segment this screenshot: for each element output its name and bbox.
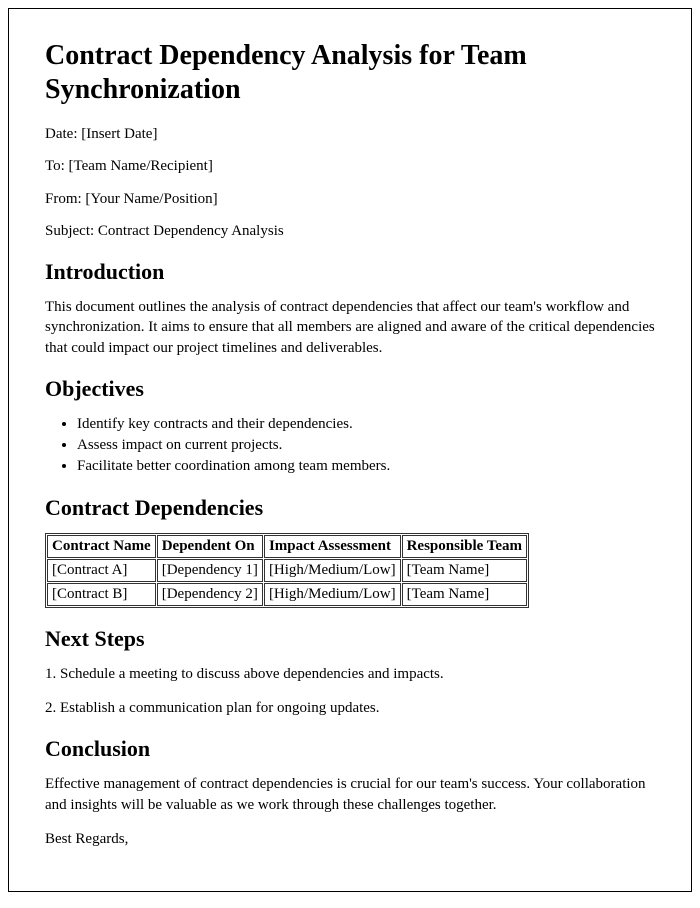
next-step-item: 2. Establish a communication plan for on… — [45, 698, 655, 718]
next-step-item: 1. Schedule a meeting to discuss above d… — [45, 664, 655, 684]
table-cell: [Contract A] — [47, 559, 156, 582]
table-header: Dependent On — [157, 535, 263, 558]
dependencies-table: Contract Name Dependent On Impact Assess… — [45, 533, 529, 608]
list-item: Identify key contracts and their depende… — [77, 414, 655, 435]
meta-block: Date: [Insert Date] To: [Team Name/Recip… — [45, 124, 655, 241]
introduction-body: This document outlines the analysis of c… — [45, 297, 655, 358]
list-item: Assess impact on current projects. — [77, 435, 655, 456]
document-page: Contract Dependency Analysis for Team Sy… — [8, 8, 692, 892]
meta-to: To: [Team Name/Recipient] — [45, 156, 655, 176]
table-header: Impact Assessment — [264, 535, 401, 558]
table-row: [Contract A] [Dependency 1] [High/Medium… — [47, 559, 527, 582]
next-steps-heading: Next Steps — [45, 626, 655, 652]
meta-from: From: [Your Name/Position] — [45, 189, 655, 209]
table-cell: [High/Medium/Low] — [264, 559, 401, 582]
list-item: Facilitate better coordination among tea… — [77, 456, 655, 477]
conclusion-heading: Conclusion — [45, 736, 655, 762]
table-cell: [Dependency 1] — [157, 559, 263, 582]
table-cell: [Dependency 2] — [157, 583, 263, 606]
meta-subject: Subject: Contract Dependency Analysis — [45, 221, 655, 241]
objectives-list: Identify key contracts and their depende… — [45, 414, 655, 477]
table-header: Contract Name — [47, 535, 156, 558]
table-header: Responsible Team — [402, 535, 527, 558]
table-cell: [Contract B] — [47, 583, 156, 606]
introduction-heading: Introduction — [45, 259, 655, 285]
table-cell: [Team Name] — [402, 559, 527, 582]
signoff: Best Regards, — [45, 829, 655, 849]
meta-date: Date: [Insert Date] — [45, 124, 655, 144]
page-title: Contract Dependency Analysis for Team Sy… — [45, 39, 655, 106]
dependencies-heading: Contract Dependencies — [45, 495, 655, 521]
objectives-heading: Objectives — [45, 376, 655, 402]
table-cell: [Team Name] — [402, 583, 527, 606]
conclusion-body: Effective management of contract depende… — [45, 774, 655, 815]
table-cell: [High/Medium/Low] — [264, 583, 401, 606]
table-row: [Contract B] [Dependency 2] [High/Medium… — [47, 583, 527, 606]
table-header-row: Contract Name Dependent On Impact Assess… — [47, 535, 527, 558]
